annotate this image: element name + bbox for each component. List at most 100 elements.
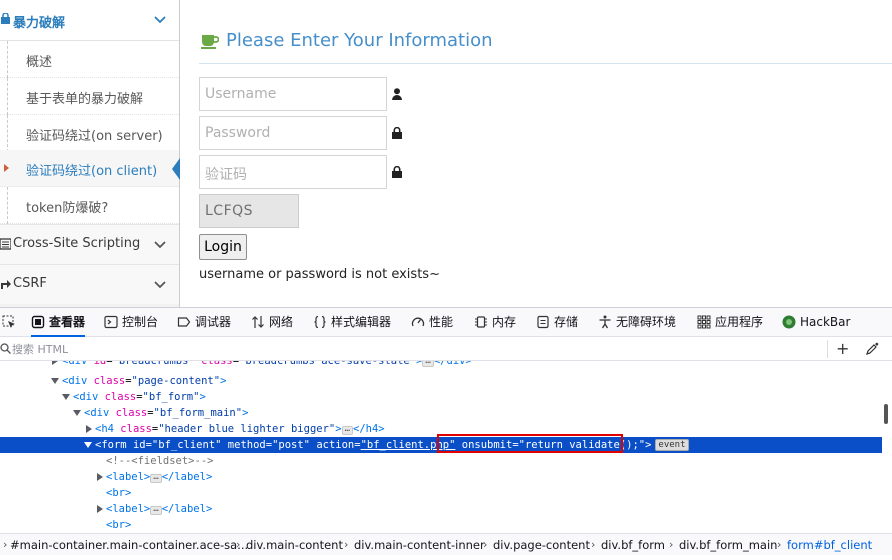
tab-storage[interactable]: 存储	[536, 308, 578, 337]
sidebar-section-title: 暴力破解	[13, 16, 66, 31]
tree-node-br[interactable]: <br>	[0, 517, 882, 533]
tab-application[interactable]: 应用程序	[697, 308, 763, 337]
hackbar-icon	[782, 315, 796, 329]
inspector-icon	[31, 315, 45, 329]
form-header: Please Enter Your Information	[199, 24, 892, 64]
lock-icon	[392, 166, 402, 178]
breadcrumb-item[interactable]: div.bf_form_main	[679, 538, 777, 552]
share-icon	[1, 280, 11, 289]
console-icon	[104, 315, 118, 329]
html-search-bar: 搜索 HTML +	[0, 337, 892, 361]
tree-node-comment[interactable]: <!--<fieldset>-->	[0, 453, 882, 469]
user-icon	[392, 88, 402, 100]
tab-style-editor[interactable]: 样式编辑器	[313, 308, 391, 337]
login-button[interactable]: Login	[199, 234, 247, 260]
breadcrumb-item[interactable]: div.main-content-inner	[354, 538, 485, 552]
tab-hackbar[interactable]: HackBar	[782, 308, 850, 337]
username-input[interactable]: Username	[199, 77, 387, 111]
tab-debugger[interactable]: 调试器	[177, 308, 231, 337]
add-node-icon[interactable]: +	[836, 339, 849, 358]
active-indicator-arrow	[172, 158, 180, 180]
captcha-code: LCFQS	[199, 194, 299, 228]
event-badge[interactable]: event	[655, 439, 689, 451]
sidebar-subitem-token[interactable]: token防爆破?	[0, 187, 179, 224]
lock-icon	[392, 127, 402, 139]
tab-inspector[interactable]: 查看器	[31, 308, 86, 337]
performance-icon	[411, 317, 425, 327]
html-search-input[interactable]: 搜索 HTML	[12, 341, 68, 357]
sidebar-subitem-label: 基于表单的暴力破解	[26, 92, 144, 107]
tab-accessibility[interactable]: 无障碍环境	[598, 308, 676, 337]
sidebar-item-csrf[interactable]: CSRF	[0, 264, 179, 304]
storage-icon	[537, 315, 549, 329]
sidebar-subitem-captcha-server[interactable]: 验证码绕过(on server)	[0, 115, 179, 152]
sidebar-subitem-label: 验证码绕过(on server)	[26, 129, 163, 144]
scrollbar[interactable]	[884, 404, 888, 424]
breadcrumb-item[interactable]: div.page-content	[493, 538, 590, 552]
tree-node-br[interactable]: <br>	[0, 485, 882, 501]
list-icon	[0, 238, 11, 250]
tab-memory[interactable]: 内存	[474, 308, 516, 337]
chevron-right-icon: ›	[669, 538, 674, 551]
tree-node-page-content[interactable]: <div class="page-content">	[0, 373, 882, 389]
element-picker-icon[interactable]	[2, 315, 16, 329]
lock-icon	[1, 13, 10, 24]
sidebar-subitem-label: 验证码绕过(on client)	[26, 164, 158, 179]
chevron-right-icon: ›	[483, 538, 488, 551]
tab-label: 性能	[429, 315, 454, 329]
sidebar-item-label: CSRF	[13, 276, 47, 291]
debugger-icon	[177, 317, 191, 327]
chevron-down-icon	[154, 16, 166, 24]
tab-label: 存储	[554, 315, 579, 329]
tab-label: HackBar	[800, 315, 851, 329]
tab-network[interactable]: 网络	[251, 308, 293, 337]
tab-label: 无障碍环境	[616, 315, 677, 329]
sidebar-item-label: Cross-Site Scripting	[13, 236, 141, 251]
tab-label: 样式编辑器	[331, 315, 392, 329]
sidebar-subitem-form-bruteforce[interactable]: 基于表单的暴力破解	[0, 78, 179, 115]
node-breadcrumb: › #main-container.main-container.ace-sa.…	[0, 533, 892, 555]
sidebar-subitem-label: token防爆破?	[26, 201, 109, 216]
tree-node-label[interactable]: <label>… </label>	[0, 501, 882, 517]
sidebar-subitem-captcha-client[interactable]: 验证码绕过(on client)	[0, 150, 180, 187]
chevron-down-icon	[154, 241, 166, 249]
breadcrumb-item-current[interactable]: form#bf_client	[787, 538, 872, 552]
breadcrumb-item[interactable]: #main-container.main-container.ace-sa...	[10, 538, 248, 552]
login-error-message: username or password is not exists~	[199, 267, 440, 282]
sidebar-section-brute-force[interactable]: 暴力破解	[0, 0, 179, 41]
tree-node-label[interactable]: <label>… </label>	[0, 469, 882, 485]
chevron-right-icon: ›	[3, 538, 8, 551]
coffee-cup-icon	[201, 35, 219, 49]
style-editor-icon	[314, 315, 326, 329]
accessibility-icon	[599, 315, 611, 329]
captcha-input[interactable]: 验证码	[199, 155, 387, 189]
application-icon	[697, 315, 711, 329]
tab-label: 控制台	[122, 315, 159, 329]
tree-node-bf-form-main[interactable]: <div class="bf_form_main">	[0, 405, 882, 421]
tab-label: 网络	[269, 315, 294, 329]
tab-console[interactable]: 控制台	[104, 308, 158, 337]
breadcrumb-item[interactable]: div.main-content	[246, 538, 343, 552]
chevron-down-icon	[154, 281, 166, 289]
tab-performance[interactable]: 性能	[411, 308, 453, 337]
eyedropper-icon[interactable]	[866, 342, 879, 355]
web-page: 暴力破解 概述 基于表单的暴力破解 验证码绕过(on server) 验证码绕过…	[0, 0, 892, 307]
sidebar-item-xss[interactable]: Cross-Site Scripting	[0, 224, 179, 264]
sidebar-subitem-label: 概述	[26, 55, 53, 70]
annotation-highlight-box	[437, 434, 623, 453]
password-input[interactable]: Password	[199, 116, 387, 150]
search-icon	[0, 343, 11, 354]
tree-node-breadcrumbs[interactable]: <div id="breadcrumbs" class="breadcrumbs…	[0, 361, 882, 368]
chevron-right-icon: ›	[777, 538, 782, 551]
tree-node-bf-form[interactable]: <div class="bf_form">	[0, 389, 882, 405]
breadcrumb-item[interactable]: div.bf_form	[601, 538, 665, 552]
devtools-panel: 查看器 控制台 调试器 网络 样式编辑器 性能 内存 存储 无障碍环境 应用程序	[0, 307, 892, 560]
network-icon	[252, 316, 264, 328]
tab-label: 应用程序	[715, 315, 764, 329]
form-title: Please Enter Your Information	[226, 30, 493, 51]
active-caret-icon	[4, 164, 9, 172]
memory-icon	[475, 316, 487, 328]
tab-label: 内存	[492, 315, 517, 329]
sidebar-subitem-overview[interactable]: 概述	[0, 41, 179, 78]
chevron-right-icon: ›	[236, 538, 241, 551]
